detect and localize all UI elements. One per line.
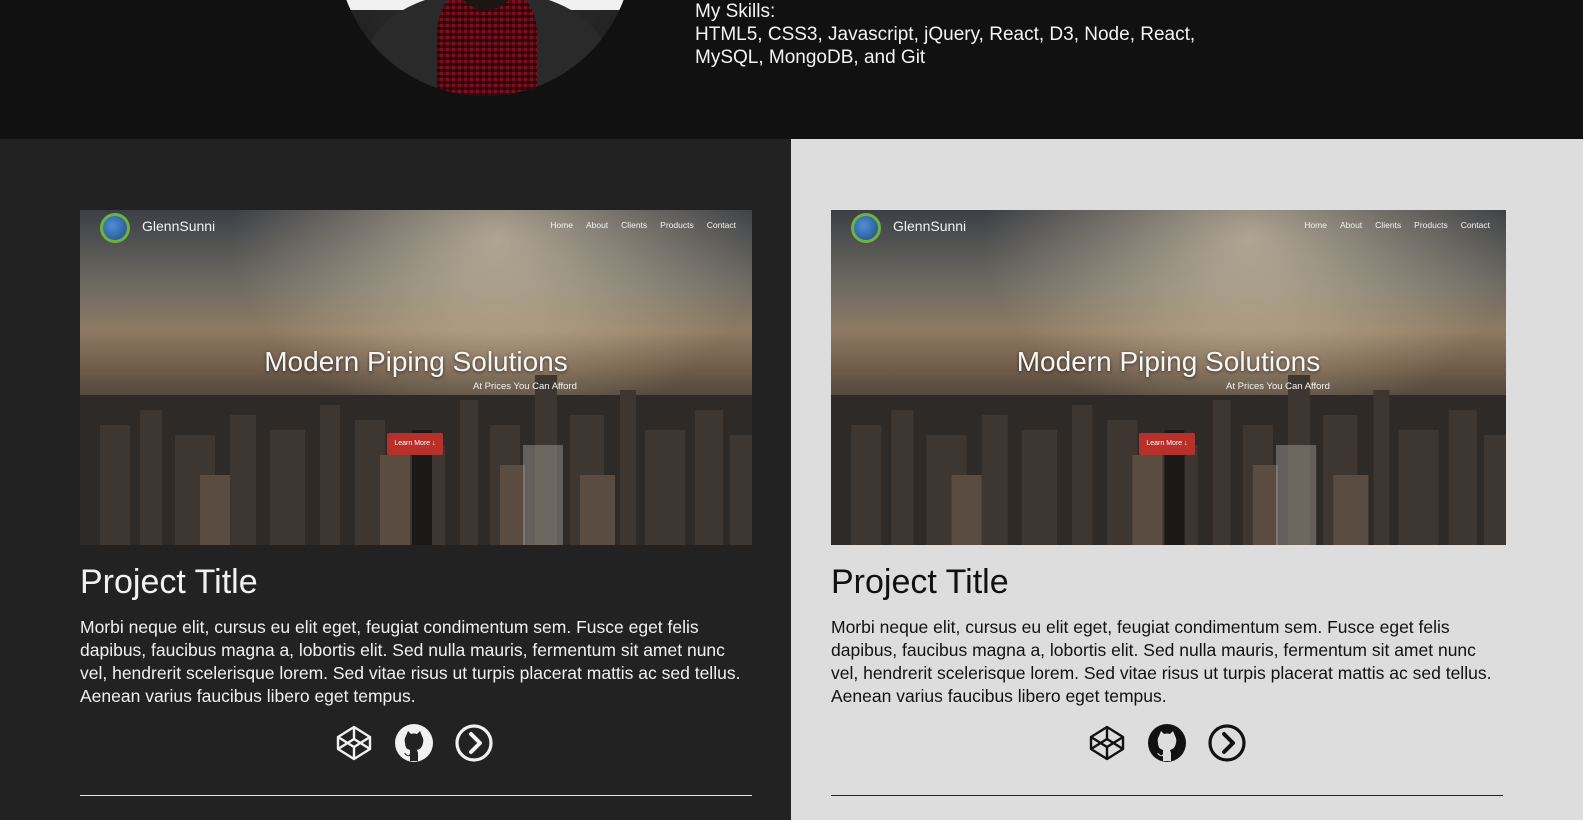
- divider: [80, 795, 752, 796]
- nav-products: Products: [1414, 220, 1448, 230]
- site-logo-icon: [100, 213, 130, 243]
- skills-block: My Skills: HTML5, CSS3, Javascript, jQue…: [695, 0, 1255, 69]
- project-card-2: GlennSunni Home About Clients Products C…: [791, 139, 1583, 820]
- site-logo-icon: [851, 213, 881, 243]
- site-nav: Home About Clients Products Contact: [550, 220, 736, 230]
- hero-title: Modern Piping Solutions: [264, 346, 568, 377]
- learn-more-button: Learn More ↓: [387, 433, 443, 455]
- about-header: My Skills: HTML5, CSS3, Javascript, jQue…: [0, 0, 1583, 139]
- nav-home: Home: [1304, 220, 1327, 230]
- hero-title: Modern Piping Solutions: [1016, 346, 1321, 377]
- hero-subtitle: At Prices You Can Afford: [473, 381, 577, 392]
- project-description: Morbi neque elit, cursus eu elit eget, f…: [80, 617, 741, 706]
- arrow-right-circle-icon[interactable]: [454, 723, 494, 763]
- nav-contact: Contact: [1460, 220, 1490, 230]
- project-links: [334, 723, 494, 763]
- site-brand: GlennSunni: [893, 218, 967, 234]
- nav-products: Products: [660, 220, 694, 230]
- github-icon[interactable]: [1147, 723, 1187, 763]
- arrow-right-circle-icon[interactable]: [1207, 723, 1247, 763]
- project-card-1: GlennSunni Home About Clients Products C…: [0, 139, 791, 820]
- project-title: Project Title: [831, 563, 1009, 601]
- nav-clients: Clients: [621, 220, 648, 230]
- github-icon[interactable]: [394, 723, 434, 763]
- nav-home: Home: [550, 220, 573, 230]
- codepen-icon[interactable]: [1087, 723, 1127, 763]
- divider: [831, 795, 1503, 796]
- site-brand: GlennSunni: [142, 218, 216, 234]
- site-nav: Home About Clients Products Contact: [1304, 220, 1490, 230]
- nav-contact: Contact: [706, 220, 736, 230]
- nav-clients: Clients: [1375, 220, 1402, 230]
- skills-heading: My Skills:: [695, 1, 776, 22]
- project-links: [1087, 723, 1247, 763]
- learn-more-button: Learn More ↓: [1139, 433, 1195, 455]
- hero-subtitle: At Prices You Can Afford: [1226, 381, 1330, 392]
- nav-about: About: [1339, 220, 1363, 230]
- skills-list: HTML5, CSS3, Javascript, jQuery, React, …: [695, 24, 1196, 68]
- project-description: Morbi neque elit, cursus eu elit eget, f…: [831, 617, 1492, 706]
- project-screenshot[interactable]: GlennSunni Home About Clients Products C…: [831, 210, 1506, 545]
- project-screenshot[interactable]: GlennSunni Home About Clients Products C…: [80, 210, 752, 545]
- profile-photo: [337, 0, 633, 96]
- codepen-icon[interactable]: [334, 723, 374, 763]
- nav-about: About: [585, 220, 609, 230]
- project-title: Project Title: [80, 563, 258, 601]
